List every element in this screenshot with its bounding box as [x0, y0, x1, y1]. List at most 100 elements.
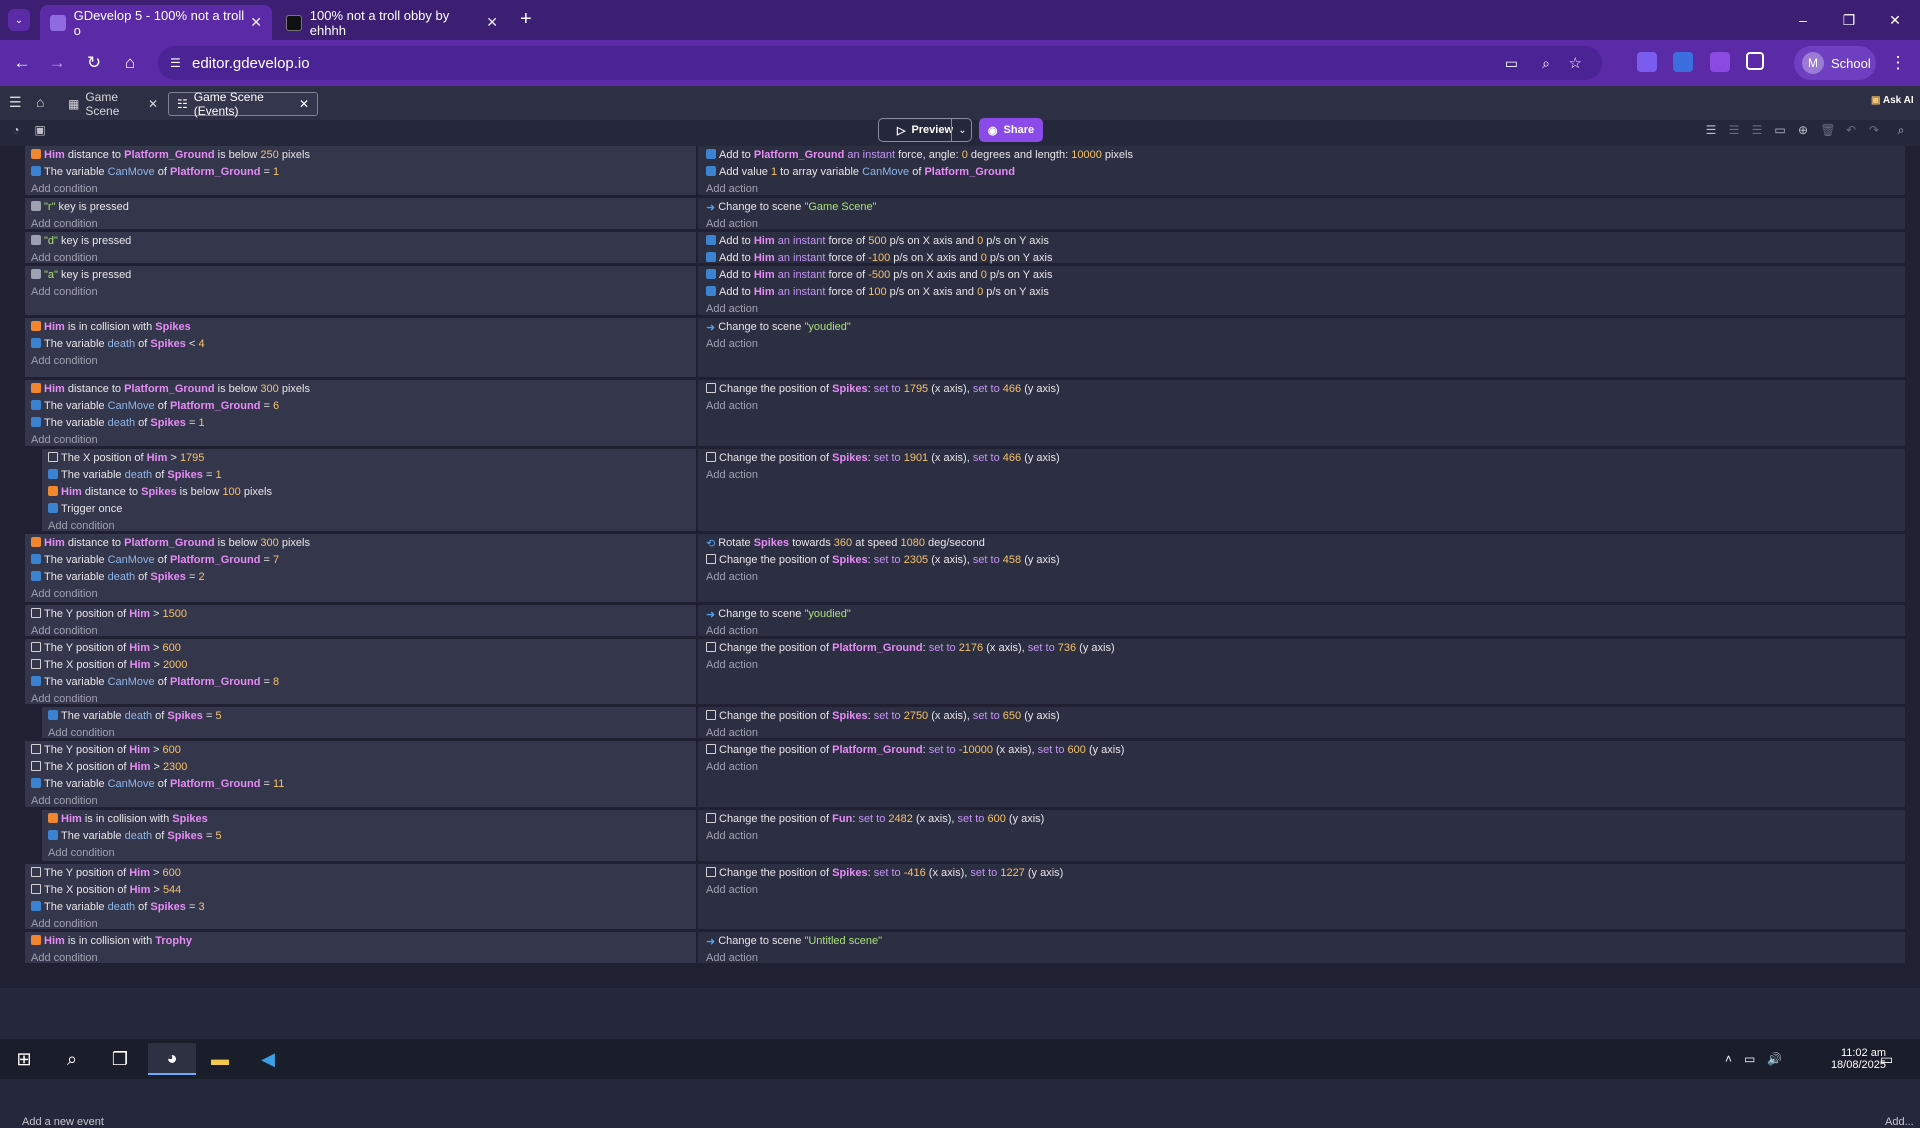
add-condition-link[interactable]: Add condition — [31, 950, 98, 966]
tab-game-scene-events[interactable]: ☷ Game Scene (Events) ✕ — [168, 90, 318, 118]
add-condition-link[interactable]: Add condition — [31, 353, 98, 369]
add-action-link[interactable]: Add action — [706, 828, 758, 844]
add-condition-link[interactable]: Add condition — [31, 586, 98, 602]
event-row[interactable]: The Y position of Him > 600 The X positio… — [25, 864, 1905, 931]
close-tab-icon[interactable]: ✕ — [148, 97, 158, 111]
browser-tab-gdevelop[interactable]: GDevelop 5 - 100% not a troll o ✕ — [40, 5, 272, 40]
file-explorer-icon[interactable]: ▬ — [196, 1043, 244, 1075]
condition-line[interactable]: The variable death of Spikes = 1 — [48, 467, 222, 483]
condition-line[interactable]: "r" key is pressed — [31, 199, 129, 215]
event-row[interactable]: Him distance to Platform_Ground is below… — [25, 380, 1905, 448]
add-condition-link[interactable]: Add condition — [31, 181, 98, 197]
condition-line[interactable]: The X position of Him > 1795 — [48, 450, 204, 466]
share-button[interactable]: ◉ Share — [979, 118, 1043, 142]
action-line[interactable]: ➜ Change to scene "youdied" — [706, 319, 851, 335]
add-other-icon[interactable]: ☰ — [1749, 122, 1765, 138]
event-row[interactable]: Him is in collision with Spikes The varia… — [25, 318, 1905, 379]
scene-properties-icon[interactable]: ◔ — [8, 122, 24, 138]
add-action-link[interactable]: Add action — [706, 882, 758, 898]
action-line[interactable]: Add to Him an instant force of 100 p/s o… — [706, 284, 1049, 300]
condition-line[interactable]: The variable death of Spikes < 4 — [31, 336, 205, 352]
back-icon[interactable]: ← — [10, 51, 34, 75]
vscode-icon[interactable]: ◀ — [244, 1043, 292, 1075]
add-action-link[interactable]: Add action — [706, 759, 758, 775]
action-line[interactable]: ➜ Change to scene "Untitled scene" — [706, 933, 882, 949]
event-row[interactable]: Him is in collision with Trophy Add condi… — [25, 932, 1905, 965]
comment-icon[interactable]: ▭ — [1772, 122, 1788, 138]
action-line[interactable]: Change the position of Spikes: set to 23… — [706, 552, 1060, 568]
add-new-event-link[interactable]: Add a new event — [22, 1116, 104, 1128]
event-row[interactable]: Him is in collision with Spikes The varia… — [42, 810, 1905, 863]
add-action-link[interactable]: Add action — [706, 181, 758, 197]
event-row[interactable]: The Y position of Him > 600 The X positio… — [25, 741, 1905, 809]
close-tab-icon[interactable]: ✕ — [486, 14, 498, 31]
add-action-link[interactable]: Add action — [706, 336, 758, 352]
address-bar[interactable]: ☰ editor.gdevelop.io ▭ ⌕ ☆ — [158, 46, 1602, 80]
event-row[interactable]: "a" key is pressed Add condition Add to Hi… — [25, 266, 1905, 317]
add-condition-link[interactable]: Add condition — [48, 518, 115, 534]
add-condition-link[interactable]: Add condition — [48, 845, 115, 861]
extension-icon[interactable] — [1637, 52, 1657, 72]
add-circle-icon[interactable]: ⊕ — [1795, 122, 1811, 138]
notifications-icon[interactable]: ▭ — [1880, 1039, 1893, 1079]
action-line[interactable]: Add to Platform_Ground an instant force,… — [706, 147, 1133, 163]
extensions-puzzle-icon[interactable] — [1746, 52, 1764, 70]
action-line[interactable]: Add value 1 to array variable CanMove of… — [706, 164, 1015, 180]
condition-line[interactable]: Him distance to Platform_Ground is below… — [31, 147, 310, 163]
action-line[interactable]: Add to Him an instant force of -500 p/s … — [706, 267, 1053, 283]
add-event-icon[interactable]: ☰ — [1703, 122, 1719, 138]
add-action-link[interactable]: Add action — [706, 623, 758, 639]
condition-line[interactable]: The variable CanMove of Platform_Ground … — [31, 776, 284, 792]
event-row[interactable]: The X position of Him > 1795 The variable… — [42, 449, 1905, 533]
add-condition-link[interactable]: Add condition — [31, 216, 98, 232]
event-row[interactable]: Him distance to Platform_Ground is below… — [25, 534, 1905, 604]
condition-line[interactable]: The X position of Him > 2300 — [31, 759, 187, 775]
close-tab-icon[interactable]: ✕ — [250, 14, 262, 31]
action-line[interactable]: Change the position of Spikes: set to 19… — [706, 450, 1060, 466]
search-icon[interactable]: ⌕ — [1893, 122, 1909, 138]
install-app-icon[interactable]: ▭ — [1505, 55, 1518, 72]
action-line[interactable]: Change the position of Spikes: set to 17… — [706, 381, 1060, 397]
search-icon[interactable]: ⌕ — [48, 1043, 96, 1075]
condition-line[interactable]: Him distance to Platform_Ground is below… — [31, 535, 310, 551]
add-condition-link[interactable]: Add condition — [31, 250, 98, 266]
close-tab-icon[interactable]: ✕ — [299, 97, 309, 111]
add-condition-link[interactable]: Add condition — [31, 623, 98, 639]
add-condition-link[interactable]: Add condition — [31, 691, 98, 707]
clock[interactable]: 11:02 am 18/08/2025 — [1831, 1039, 1886, 1079]
condition-line[interactable]: The X position of Him > 544 — [31, 882, 181, 898]
condition-line[interactable]: Him distance to Platform_Ground is below… — [31, 381, 310, 397]
add-condition-link[interactable]: Add condition — [31, 284, 98, 300]
condition-line[interactable]: "d" key is pressed — [31, 233, 131, 249]
condition-line[interactable]: Him is in collision with Trophy — [31, 933, 192, 949]
redo-icon[interactable]: ↷ — [1866, 122, 1882, 138]
add-action-link[interactable]: Add action — [706, 398, 758, 414]
action-line[interactable]: ⟲ Rotate Spikes towards 360 at speed 1080… — [706, 535, 985, 551]
condition-line[interactable]: Him is in collision with Spikes — [48, 811, 208, 827]
add-action-link[interactable]: Add action — [706, 216, 758, 232]
zoom-icon[interactable]: ⌕ — [1542, 55, 1550, 72]
event-row[interactable]: "d" key is pressed Add condition Add to Hi… — [25, 232, 1905, 281]
site-info-icon[interactable]: ☰ — [170, 56, 181, 70]
action-line[interactable]: Change the position of Spikes: set to -4… — [706, 865, 1063, 881]
add-condition-link[interactable]: Add condition — [48, 725, 115, 741]
chrome-icon[interactable]: ◕ — [148, 1043, 196, 1075]
add-action-link[interactable]: Add action — [706, 950, 758, 966]
condition-line[interactable]: The Y position of Him > 1500 — [31, 606, 187, 622]
condition-line[interactable]: The Y position of Him > 600 — [31, 865, 181, 881]
add-condition-link[interactable]: Add condition — [31, 432, 98, 448]
restore-button[interactable]: ❐ — [1826, 0, 1872, 40]
condition-line[interactable]: The variable death of Spikes = 5 — [48, 708, 222, 724]
add-action-link[interactable]: Add action — [706, 725, 758, 741]
condition-line[interactable]: The X position of Him > 2000 — [31, 657, 187, 673]
save-icon[interactable]: ▣ — [32, 122, 48, 138]
undo-icon[interactable]: ↶ — [1843, 122, 1859, 138]
windows-start-icon[interactable]: ⊞ — [0, 1043, 48, 1075]
profile-button[interactable]: M School — [1794, 46, 1876, 80]
action-line[interactable]: ➜ Change to scene "Game Scene" — [706, 199, 876, 215]
home-tab-icon[interactable]: ⌂ — [36, 94, 44, 110]
condition-line[interactable]: Him is in collision with Spikes — [31, 319, 191, 335]
add-action-link[interactable]: Add action — [706, 657, 758, 673]
condition-line[interactable]: The variable death of Spikes = 1 — [31, 415, 205, 431]
extension-icon[interactable] — [1673, 52, 1693, 72]
